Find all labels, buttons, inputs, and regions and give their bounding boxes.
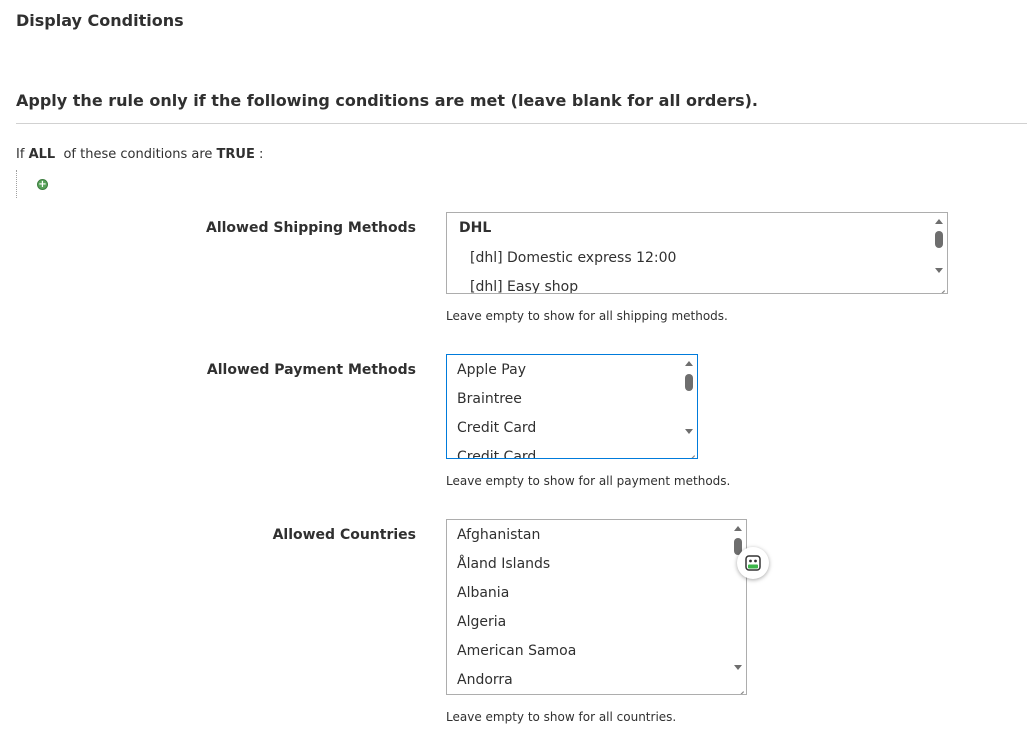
payment-methods-label: Allowed Payment Methods [206, 362, 416, 378]
add-condition-icon[interactable]: + [37, 179, 48, 190]
conditions-tree-line [16, 170, 18, 198]
country-option[interactable]: Åland Islands [457, 556, 550, 572]
scroll-down-arrow-icon[interactable] [734, 665, 742, 670]
payment-option[interactable]: Braintree [457, 391, 522, 407]
scroll-thumb[interactable] [685, 374, 693, 391]
shipping-option[interactable]: [dhl] Easy shop [470, 279, 578, 293]
section-title: Display Conditions [16, 11, 184, 30]
scroll-down-arrow-icon[interactable] [685, 429, 693, 434]
scroll-up-arrow-icon[interactable] [685, 361, 693, 366]
conditions-aggregator-line: If ALL of these conditions are TRUE : [16, 147, 263, 162]
helper-widget[interactable] [737, 547, 769, 579]
aggregator-toggle[interactable]: ALL [29, 147, 56, 162]
countries-label: Allowed Countries [272, 527, 416, 543]
condition-prefix: If [16, 147, 25, 162]
countries-select[interactable]: Afghanistan Åland Islands Albania Algeri… [446, 519, 747, 695]
scroll-up-arrow-icon[interactable] [935, 219, 943, 224]
shipping-scrollbar[interactable] [933, 215, 945, 291]
countries-scrollbar[interactable] [732, 522, 744, 692]
shipping-group-dhl: DHL [459, 220, 492, 236]
scroll-down-arrow-icon[interactable] [935, 268, 943, 273]
country-option[interactable]: Albania [457, 585, 509, 601]
value-toggle[interactable]: TRUE [217, 147, 255, 162]
shipping-methods-note: Leave empty to show for all shipping met… [446, 309, 728, 323]
condition-middle-text: of these conditions are [63, 147, 213, 162]
payment-methods-note: Leave empty to show for all payment meth… [446, 474, 731, 488]
countries-note: Leave empty to show for all countries. [446, 710, 677, 724]
country-option[interactable]: American Samoa [457, 643, 576, 659]
payment-option[interactable]: Credit Card [457, 420, 536, 436]
payment-option[interactable]: Credit Card [457, 449, 536, 458]
shipping-option[interactable]: [dhl] Domestic express 12:00 [470, 250, 676, 266]
condition-suffix: : [259, 147, 264, 162]
scroll-up-arrow-icon[interactable] [734, 526, 742, 531]
country-option[interactable]: Afghanistan [457, 527, 540, 543]
shipping-methods-select[interactable]: DHL [dhl] Domestic express 12:00 [dhl] E… [446, 212, 948, 294]
resize-handle-icon[interactable] [734, 682, 744, 692]
robot-icon [745, 555, 761, 571]
resize-handle-icon[interactable] [935, 281, 945, 291]
payment-methods-select[interactable]: Apple Pay Braintree Credit Card Credit C… [446, 354, 698, 459]
scroll-thumb[interactable] [935, 231, 943, 248]
shipping-methods-label: Allowed Shipping Methods [206, 220, 416, 236]
resize-handle-icon[interactable] [685, 446, 695, 456]
country-option[interactable]: Andorra [457, 672, 513, 688]
payment-option[interactable]: Apple Pay [457, 362, 526, 378]
payment-scrollbar[interactable] [683, 357, 695, 456]
divider [16, 123, 1027, 124]
country-option[interactable]: Algeria [457, 614, 506, 630]
conditions-fieldset-title: Apply the rule only if the following con… [16, 91, 758, 110]
